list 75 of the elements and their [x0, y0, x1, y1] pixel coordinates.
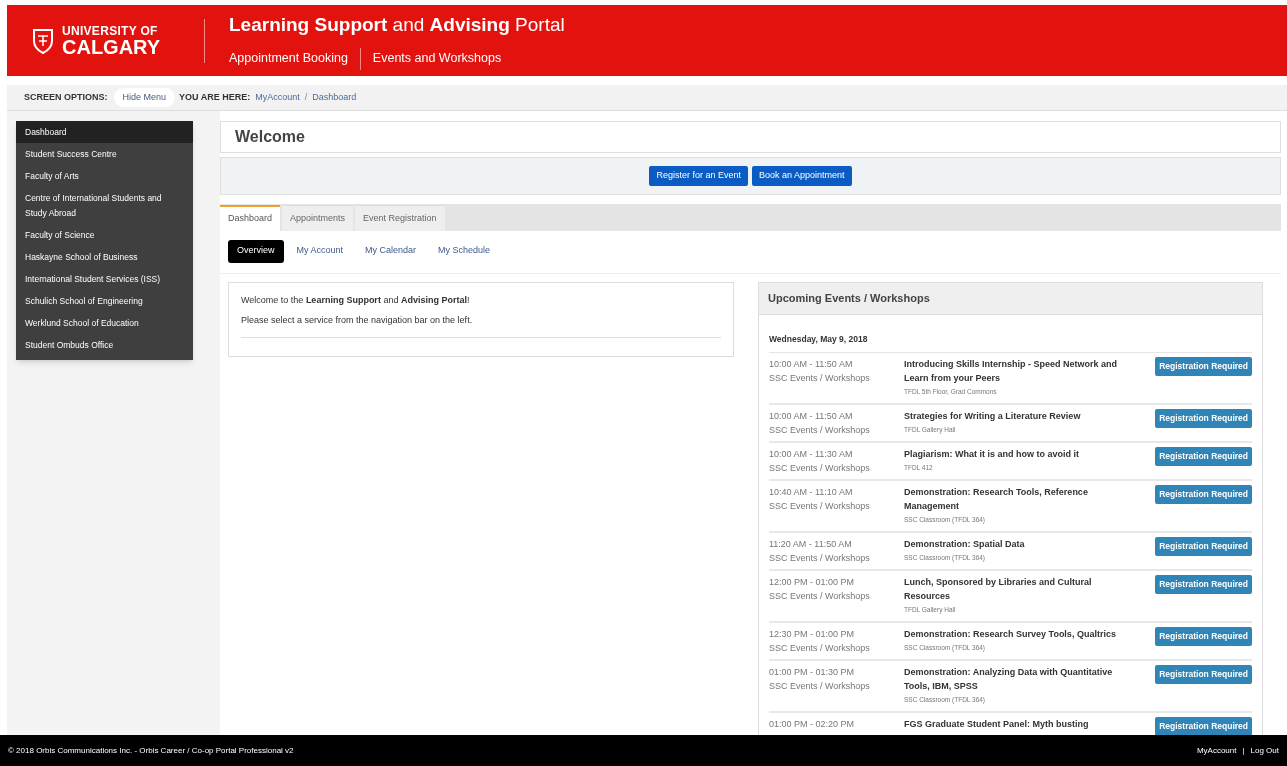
- event-title[interactable]: Demonstration: Research Survey Tools, Qualtrics: [904, 626, 1138, 641]
- event-title[interactable]: Lunch, Sponsored by Libraries and Cultural Resources: [904, 574, 1138, 603]
- welcome-text: Welcome to the Learning Support and Advising Portal!: [241, 294, 471, 307]
- sidebar-item[interactable]: Faculty of Science: [16, 224, 193, 246]
- action-button[interactable]: Book an Appointment: [752, 166, 852, 186]
- breadcrumb-link[interactable]: MyAccount: [255, 90, 300, 105]
- event-time: 01:00 PM - 01:30 PM: [769, 665, 856, 679]
- event-title[interactable]: Introducing Skills Internship - Speed Network and Learn from your Peers: [904, 356, 1138, 385]
- subtab[interactable]: My Schedule: [429, 239, 500, 263]
- event-time: 10:00 AM - 11:50 AM: [769, 409, 854, 423]
- event-category: SSC Events / Workshops: [769, 461, 871, 475]
- event-time: 10:00 AM - 11:30 AM: [769, 447, 854, 461]
- sidebar-item[interactable]: Student Success Centre: [16, 143, 193, 165]
- breadcrumb-separator: /: [304, 90, 308, 104]
- events-date: Wednesday, May 9, 2018: [769, 333, 1252, 353]
- nav-link[interactable]: Events and Workshops: [372, 49, 502, 69]
- tab[interactable]: Dashboard: [220, 205, 281, 231]
- copyright-text: © 2018 Orbis Communications Inc. - Orbis Career / Co-op Portal Professional v2: [8, 744, 294, 757]
- sidebar-item[interactable]: Werklund School of Education: [16, 312, 193, 334]
- hide-menu-button[interactable]: Hide Menu: [113, 87, 176, 108]
- logo-text: CALGARY: [62, 36, 161, 57]
- breadcrumb-link[interactable]: Dashboard: [312, 90, 357, 105]
- sidebar-item[interactable]: Student Ombuds Office: [16, 334, 193, 356]
- event-time: 10:00 AM - 11:50 AM: [769, 357, 854, 371]
- registration-button[interactable]: Registration Required: [1155, 536, 1252, 556]
- sidebar-item[interactable]: Centre of International Students and Study Abroad: [16, 187, 193, 224]
- event-category: SSC Events / Workshops: [769, 641, 871, 655]
- action-button[interactable]: Register for an Event: [649, 166, 748, 186]
- event-category: SSC Events / Workshops: [769, 679, 871, 693]
- registration-button[interactable]: Registration Required: [1155, 716, 1252, 736]
- event-category: SSC Events / Workshops: [769, 589, 871, 603]
- page-title: Welcome: [235, 127, 305, 147]
- footer-link[interactable]: Log Out: [1250, 744, 1279, 757]
- registration-button[interactable]: Registration Required: [1155, 484, 1252, 504]
- event-time: 10:40 AM - 11:10 AM: [769, 485, 854, 499]
- sidebar-item[interactable]: International Student Services (ISS): [16, 268, 193, 290]
- subtab[interactable]: My Account: [287, 239, 353, 263]
- tab[interactable]: Event Registration: [355, 205, 445, 231]
- registration-button[interactable]: Registration Required: [1155, 626, 1252, 646]
- event-category: SSC Events / Workshops: [769, 423, 871, 437]
- event-title[interactable]: FGS Graduate Student Panel: Myth busting: [904, 716, 1138, 731]
- instruction-text: Please select a service from the navigation bar on the left.: [241, 313, 721, 338]
- logo-text: UNIVERSITY OF: [62, 24, 159, 37]
- event-title[interactable]: Demonstration: Spatial Data: [904, 536, 1138, 551]
- event-category: SSC Events / Workshops: [769, 371, 871, 385]
- event-time: 01:00 PM - 02:20 PM: [769, 717, 856, 731]
- footer-separator: |: [1242, 744, 1245, 757]
- registration-button[interactable]: Registration Required: [1155, 446, 1252, 466]
- event-title[interactable]: Demonstration: Analyzing Data with Quantitative Tools, IBM, SPSS: [904, 664, 1138, 693]
- nav-link[interactable]: Appointment Booking: [229, 49, 348, 69]
- event-title[interactable]: Demonstration: Research Tools, Reference Management: [904, 484, 1138, 513]
- screen-options-label: SCREEN OPTIONS:: [24, 90, 108, 104]
- event-time: 12:30 PM - 01:00 PM: [769, 627, 856, 641]
- footer-link[interactable]: MyAccount: [1196, 744, 1237, 757]
- registration-button[interactable]: Registration Required: [1155, 408, 1252, 428]
- shield-crest-icon: [32, 27, 54, 54]
- portal-title: Learning Support and Advising Portal: [229, 13, 565, 38]
- sidebar-item[interactable]: Schulich School of Engineering: [16, 290, 193, 312]
- event-title[interactable]: Strategies for Writing a Literature Review: [904, 408, 1138, 423]
- breadcrumb-label: YOU ARE HERE:: [179, 90, 251, 104]
- events-title: Upcoming Events / Workshops: [768, 291, 930, 307]
- sidebar-item[interactable]: Haskayne School of Business: [16, 246, 193, 268]
- registration-button[interactable]: Registration Required: [1155, 664, 1252, 684]
- subtab[interactable]: Overview: [228, 239, 284, 263]
- event-title[interactable]: Plagiarism: What it is and how to avoid it: [904, 446, 1138, 461]
- event-time: 11:20 AM - 11:50 AM: [769, 537, 853, 551]
- registration-button[interactable]: Registration Required: [1155, 356, 1252, 376]
- subtab[interactable]: My Calendar: [356, 239, 426, 263]
- registration-button[interactable]: Registration Required: [1155, 574, 1252, 594]
- tab[interactable]: Appointments: [282, 205, 354, 231]
- event-category: SSC Events / Workshops: [769, 551, 871, 565]
- sidebar-item[interactable]: Dashboard: [16, 121, 193, 143]
- sidebar-item[interactable]: Faculty of Arts: [16, 165, 193, 187]
- event-category: SSC Events / Workshops: [769, 499, 871, 513]
- event-time: 12:00 PM - 01:00 PM: [769, 575, 856, 589]
